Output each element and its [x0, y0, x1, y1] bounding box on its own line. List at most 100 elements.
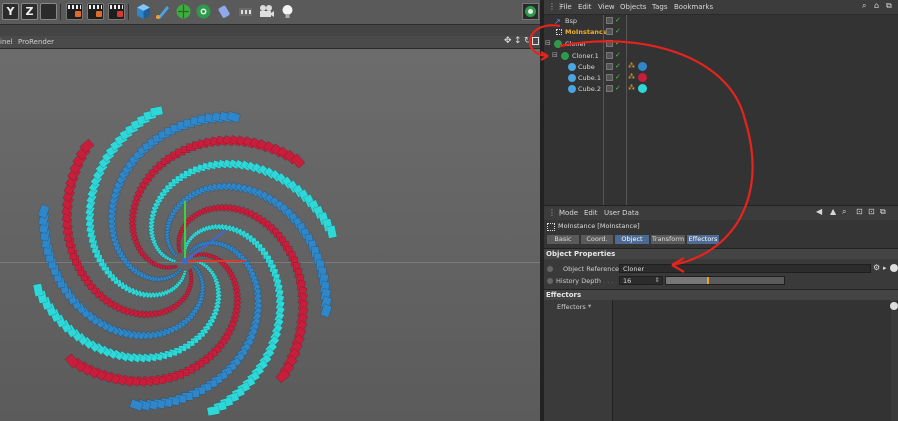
viewport-menu-prorender[interactable]: ProRender [18, 38, 54, 46]
home-icon[interactable]: ⌂ [874, 1, 879, 10]
clone-cube [326, 224, 338, 239]
settings-icon[interactable]: ⊡ [868, 207, 875, 216]
zoom-view-icon[interactable]: ↕ [514, 36, 522, 46]
light-icon[interactable] [279, 3, 296, 20]
visibility-dot[interactable] [606, 17, 613, 24]
visibility-dot[interactable] [606, 74, 613, 81]
scene-icon[interactable] [237, 3, 254, 20]
object-name[interactable]: Bsp [565, 17, 577, 25]
enabled-check-icon[interactable]: ✓ [615, 27, 621, 35]
menu-tags[interactable]: Tags [652, 3, 668, 11]
object-name[interactable]: Cube.2 [578, 85, 601, 93]
object-name[interactable]: Cloner [565, 40, 586, 48]
column-separator [626, 15, 627, 205]
enabled-check-icon[interactable]: ✓ [615, 84, 621, 92]
clone-cube [206, 405, 221, 417]
object-row-moinstance[interactable]: MoInstance ✓ [544, 27, 898, 38]
tab-coord[interactable]: Coord. [581, 235, 613, 244]
object-reference-label: Object Reference [563, 265, 619, 273]
section-title: Effectors [546, 291, 582, 299]
tab-basic[interactable]: Basic [547, 235, 579, 244]
new-window-icon[interactable]: ⧉ [880, 207, 886, 217]
menu-edit[interactable]: Edit [578, 3, 592, 11]
search-icon[interactable]: ⌕ [862, 1, 866, 11]
tag-dots-icon: ⁂ [628, 73, 635, 81]
enabled-check-icon[interactable]: ✓ [615, 62, 621, 70]
search-icon[interactable]: ⌕ [842, 207, 846, 217]
edit-render-settings-icon[interactable] [108, 3, 125, 20]
cube-icon[interactable] [135, 3, 152, 20]
expand-arrow-icon[interactable]: ▾ [588, 302, 591, 310]
mograph-layout-icon[interactable] [522, 3, 539, 20]
pick-object-icon[interactable] [890, 302, 898, 310]
pick-object-icon[interactable] [890, 264, 898, 272]
up-arrow-icon[interactable]: ▲ [830, 207, 836, 216]
menu-bookmarks[interactable]: Bookmarks [674, 3, 713, 11]
move-view-icon[interactable]: ✥ [504, 36, 512, 46]
new-window-icon[interactable]: ⧉ [886, 1, 892, 11]
tab-effectors[interactable]: Effectors [687, 235, 719, 244]
camera-icon[interactable] [258, 3, 275, 20]
keyframe-dot[interactable] [547, 266, 553, 272]
coordinate-system-icon[interactable] [40, 3, 57, 20]
stepper-arrows-icon[interactable]: ⇕ [655, 276, 660, 284]
enabled-check-icon[interactable]: ✓ [615, 73, 621, 81]
slider-handle[interactable] [707, 277, 710, 284]
menu-objects[interactable]: Objects [620, 3, 646, 11]
object-name[interactable]: Cloner.1 [572, 52, 599, 60]
tab-object[interactable]: Object [615, 235, 649, 244]
material-tag-icon[interactable] [638, 73, 647, 82]
object-row-cloner[interactable]: ⊟ Cloner ✓ [544, 39, 898, 50]
menu-edit[interactable]: Edit [584, 209, 598, 217]
effectors-list[interactable] [612, 300, 891, 421]
object-row-cube-2[interactable]: Cube.2 ✓ ⁂ [544, 84, 898, 95]
axis-gizmo[interactable] [182, 258, 188, 264]
attribute-object-name: MoInstance [MoInstance] [558, 222, 640, 230]
object-name[interactable]: MoInstance [565, 28, 607, 36]
z-axis-icon[interactable]: Z [21, 3, 38, 20]
object-name[interactable]: Cube.1 [578, 74, 601, 82]
pen-spline-icon[interactable] [155, 3, 172, 20]
object-row-bsp[interactable]: ↗ Bsp ✓ [544, 16, 898, 27]
material-tag-icon[interactable] [638, 62, 647, 71]
menu-user-data[interactable]: User Data [604, 209, 639, 217]
history-depth-field[interactable]: 16 ⇕ [619, 276, 663, 285]
back-arrow-icon[interactable]: ◀ [816, 207, 822, 216]
enabled-check-icon[interactable]: ✓ [615, 51, 621, 59]
tab-transform[interactable]: Transform [651, 235, 685, 244]
visibility-dot[interactable] [606, 52, 613, 59]
enabled-check-icon[interactable]: ✓ [615, 39, 621, 47]
deformer-icon[interactable] [216, 3, 233, 20]
y-axis-icon[interactable]: Y [2, 3, 19, 20]
object-name[interactable]: Cube [578, 63, 595, 71]
menu-file[interactable]: File [560, 3, 572, 11]
object-row-cube-1[interactable]: Cube.1 ✓ ⁂ [544, 73, 898, 84]
mograph-icon[interactable] [195, 3, 212, 20]
object-reference-field[interactable]: Cloner [619, 264, 871, 273]
maximize-view-icon[interactable] [532, 37, 539, 45]
subdivision-icon[interactable] [175, 3, 192, 20]
lock-icon[interactable]: ⊡ [856, 207, 863, 216]
gear-icon[interactable]: ⚙ [873, 263, 880, 272]
keyframe-dot[interactable] [547, 278, 553, 284]
collapse-icon[interactable]: ⊟ [545, 39, 551, 47]
menu-mode[interactable]: Mode [559, 209, 578, 217]
visibility-dot[interactable] [606, 28, 613, 35]
visibility-dot[interactable] [606, 63, 613, 70]
render-view-icon[interactable] [66, 3, 83, 20]
menu-view[interactable]: View [598, 3, 615, 11]
spline-icon: ↗ [554, 17, 561, 26]
object-row-cube[interactable]: Cube ✓ ⁂ [544, 62, 898, 73]
rotate-view-icon[interactable]: ↻ [524, 36, 532, 46]
visibility-dot[interactable] [606, 40, 613, 47]
3d-viewport[interactable] [0, 49, 540, 421]
visibility-dot[interactable] [606, 85, 613, 92]
object-row-cloner-1[interactable]: ⊟ Cloner.1 ✓ [544, 51, 898, 62]
viewport-menu-panel[interactable]: inel [0, 38, 13, 46]
arrow-right-icon[interactable]: ▸ [883, 264, 887, 272]
material-tag-icon[interactable] [638, 84, 647, 93]
history-depth-slider[interactable] [665, 276, 785, 285]
render-picture-viewer-icon[interactable] [87, 3, 104, 20]
collapse-icon[interactable]: ⊟ [552, 51, 558, 59]
enabled-check-icon[interactable]: ✓ [615, 16, 621, 24]
